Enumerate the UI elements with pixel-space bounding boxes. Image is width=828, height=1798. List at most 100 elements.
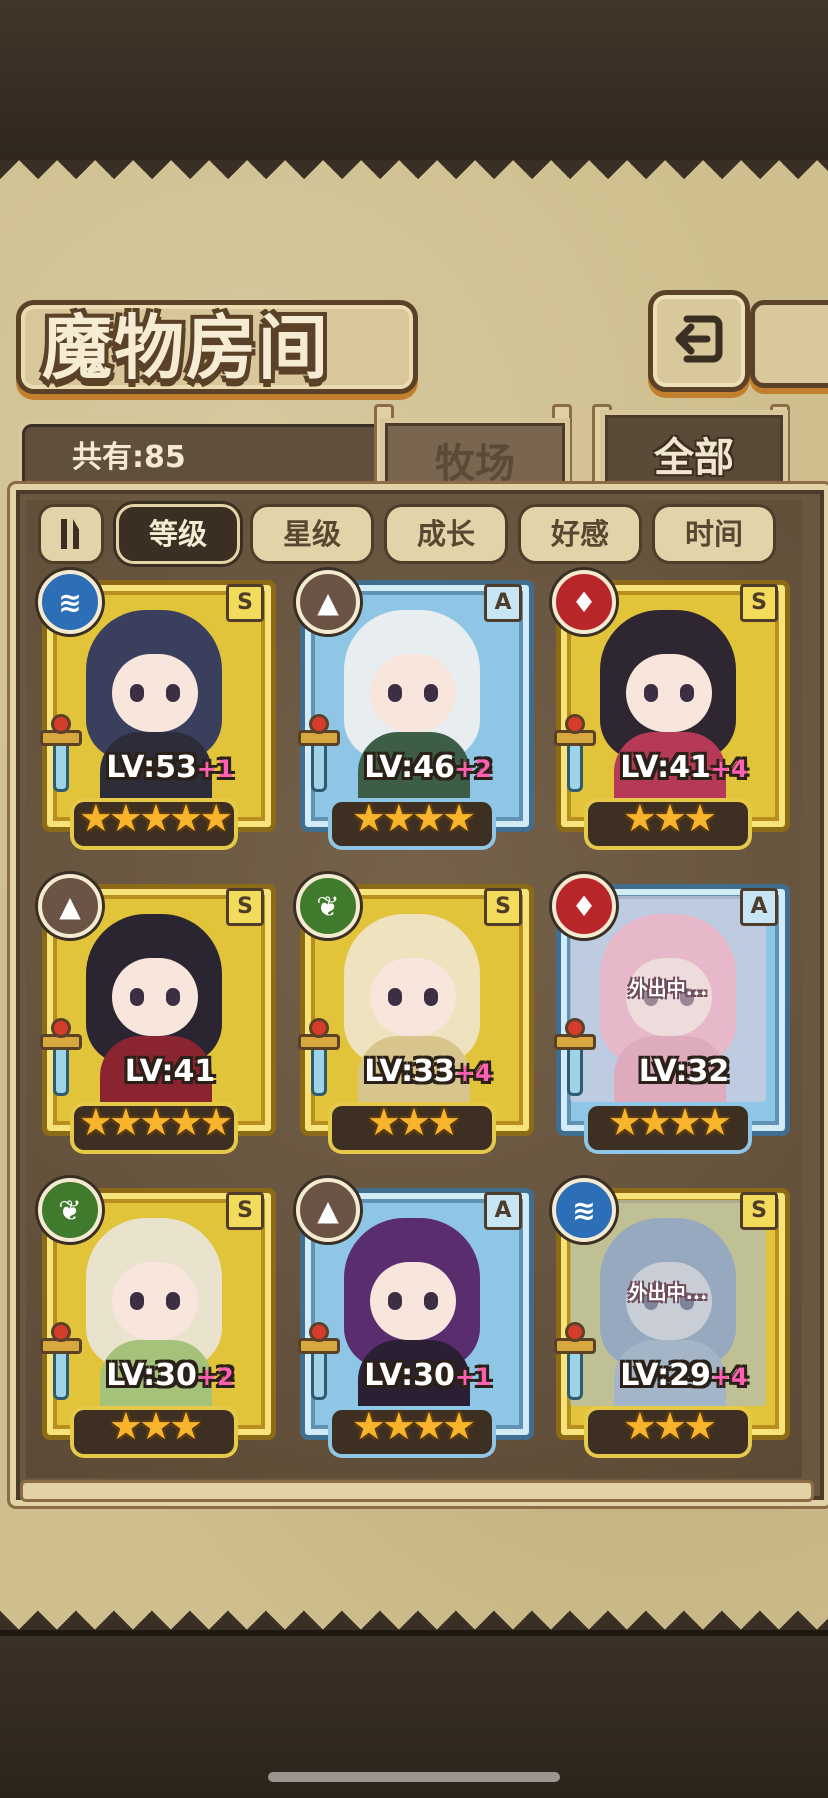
tab-all[interactable]: 全部	[600, 410, 788, 487]
rank-badge: S	[226, 1192, 264, 1230]
rank-badge: S	[226, 888, 264, 926]
rank-badge: A	[484, 1192, 522, 1230]
level-bonus: +1	[454, 1363, 492, 1391]
portrait-eye	[680, 684, 694, 702]
level-label: LV:41	[80, 1054, 260, 1089]
portrait-face	[370, 654, 456, 732]
rank-badge: A	[484, 584, 522, 622]
star-rating: ★★★★★	[78, 1100, 233, 1144]
rank-badge: S	[740, 584, 778, 622]
portrait-face	[112, 654, 198, 732]
sword-icon	[298, 1016, 340, 1096]
level-value: LV:41	[620, 750, 711, 785]
sword-icon	[554, 1320, 596, 1400]
sword-gem	[565, 1018, 585, 1038]
filter-time[interactable]: 时间	[652, 504, 776, 564]
page-title: 魔物房间	[42, 307, 330, 389]
portrait-eye	[424, 988, 438, 1006]
star-rating: ★★★	[622, 1404, 717, 1448]
portrait-eye	[388, 988, 402, 1006]
panel-bottom-rail	[20, 1480, 814, 1502]
star-rating: ★★★★★	[78, 796, 233, 840]
tab-label: 全部	[654, 435, 734, 481]
mountain-icon: ▲	[296, 1178, 360, 1242]
back-button-tail	[750, 300, 828, 388]
sword-icon	[298, 712, 340, 792]
monster-card[interactable]: ❦ S LV:30+2 ★★★	[38, 1178, 276, 1456]
monster-card[interactable]: 外出中... ♦ A LV:32 ★★★★	[552, 874, 790, 1152]
leaf-icon: ❦	[38, 1178, 102, 1242]
sword-icon	[40, 1016, 82, 1096]
mountain-icon: ▲	[38, 874, 102, 938]
level-label: LV:41+4	[594, 750, 774, 785]
portrait-eye	[166, 1292, 180, 1310]
star-rating: ★★★	[108, 1404, 203, 1448]
level-value: LV:53	[106, 750, 197, 785]
star-rating: ★★★	[366, 1100, 461, 1144]
portrait-face	[370, 1262, 456, 1340]
level-value: LV:32	[638, 1054, 730, 1089]
portrait-eye	[166, 684, 180, 702]
portrait-eye	[424, 684, 438, 702]
sword-gem	[309, 714, 329, 734]
portrait-face	[626, 654, 712, 732]
mountain-icon: ▲	[296, 570, 360, 634]
star-rating: ★★★★	[351, 796, 476, 840]
level-bonus: +2	[196, 1363, 234, 1391]
filter-affection[interactable]: 好感	[518, 504, 642, 564]
leaf-icon: ❦	[296, 874, 360, 938]
sword-icon	[554, 712, 596, 792]
zigzag-border-top	[0, 160, 828, 198]
away-status: 外出中...	[628, 1282, 708, 1304]
sword-gem	[309, 1018, 329, 1038]
home-indicator[interactable]	[268, 1772, 560, 1782]
monster-card[interactable]: ♦ S LV:41+4 ★★★	[552, 570, 790, 848]
portrait-eye	[130, 988, 144, 1006]
tab-farm[interactable]: 牧场	[380, 418, 570, 487]
level-value: LV:46	[364, 750, 455, 785]
level-label: LV:32	[594, 1054, 774, 1089]
monster-card[interactable]: ▲ A LV:46+2 ★★★★	[296, 570, 534, 848]
level-label: LV:30+2	[80, 1358, 260, 1393]
filter-growth[interactable]: 成长	[384, 504, 508, 564]
portrait-eye	[166, 988, 180, 1006]
flame-icon: ♦	[552, 570, 616, 634]
level-label: LV:29+4	[594, 1358, 774, 1393]
rank-badge: S	[226, 584, 264, 622]
portrait-face	[112, 958, 198, 1036]
portrait-face	[370, 958, 456, 1036]
level-value: LV:30	[106, 1358, 197, 1393]
star-rating: ★★★	[622, 796, 717, 840]
monster-card[interactable]: 外出中... ≋ S LV:29+4 ★★★	[552, 1178, 790, 1456]
sword-gem	[565, 714, 585, 734]
filter-stars[interactable]: 星级	[250, 504, 374, 564]
sword-icon	[298, 1320, 340, 1400]
level-value: LV:41	[124, 1054, 216, 1089]
level-value: LV:30	[364, 1358, 455, 1393]
level-bonus: +1	[196, 755, 234, 783]
level-bonus: +4	[710, 1363, 748, 1391]
portrait-eye	[130, 1292, 144, 1310]
water-wave-icon: ≋	[38, 570, 102, 634]
sword-gem	[309, 1322, 329, 1342]
star-rating: ★★★★	[351, 1404, 476, 1448]
monster-card[interactable]: ▲ A LV:30+1 ★★★★	[296, 1178, 534, 1456]
monster-card[interactable]: ▲ S LV:41 ★★★★★	[38, 874, 276, 1152]
rank-badge: A	[740, 888, 778, 926]
back-button[interactable]	[648, 290, 750, 392]
tab-label: 牧场	[435, 441, 515, 487]
portrait-face	[112, 1262, 198, 1340]
sword-icon	[40, 712, 82, 792]
monster-card[interactable]: ≋ S LV:53+1 ★★★★★	[38, 570, 276, 848]
sort-order-button[interactable]	[38, 504, 104, 564]
monster-count: 共有:85	[72, 440, 186, 475]
portrait-eye	[424, 1292, 438, 1310]
sword-gem	[565, 1322, 585, 1342]
filter-level[interactable]: 等级	[116, 504, 240, 564]
level-value: LV:33	[364, 1054, 455, 1089]
level-label: LV:30+1	[338, 1358, 518, 1393]
rank-badge: S	[740, 1192, 778, 1230]
sword-icon	[40, 1320, 82, 1400]
monster-card[interactable]: ❦ S LV:33+4 ★★★	[296, 874, 534, 1152]
back-arrow-icon	[675, 315, 723, 363]
